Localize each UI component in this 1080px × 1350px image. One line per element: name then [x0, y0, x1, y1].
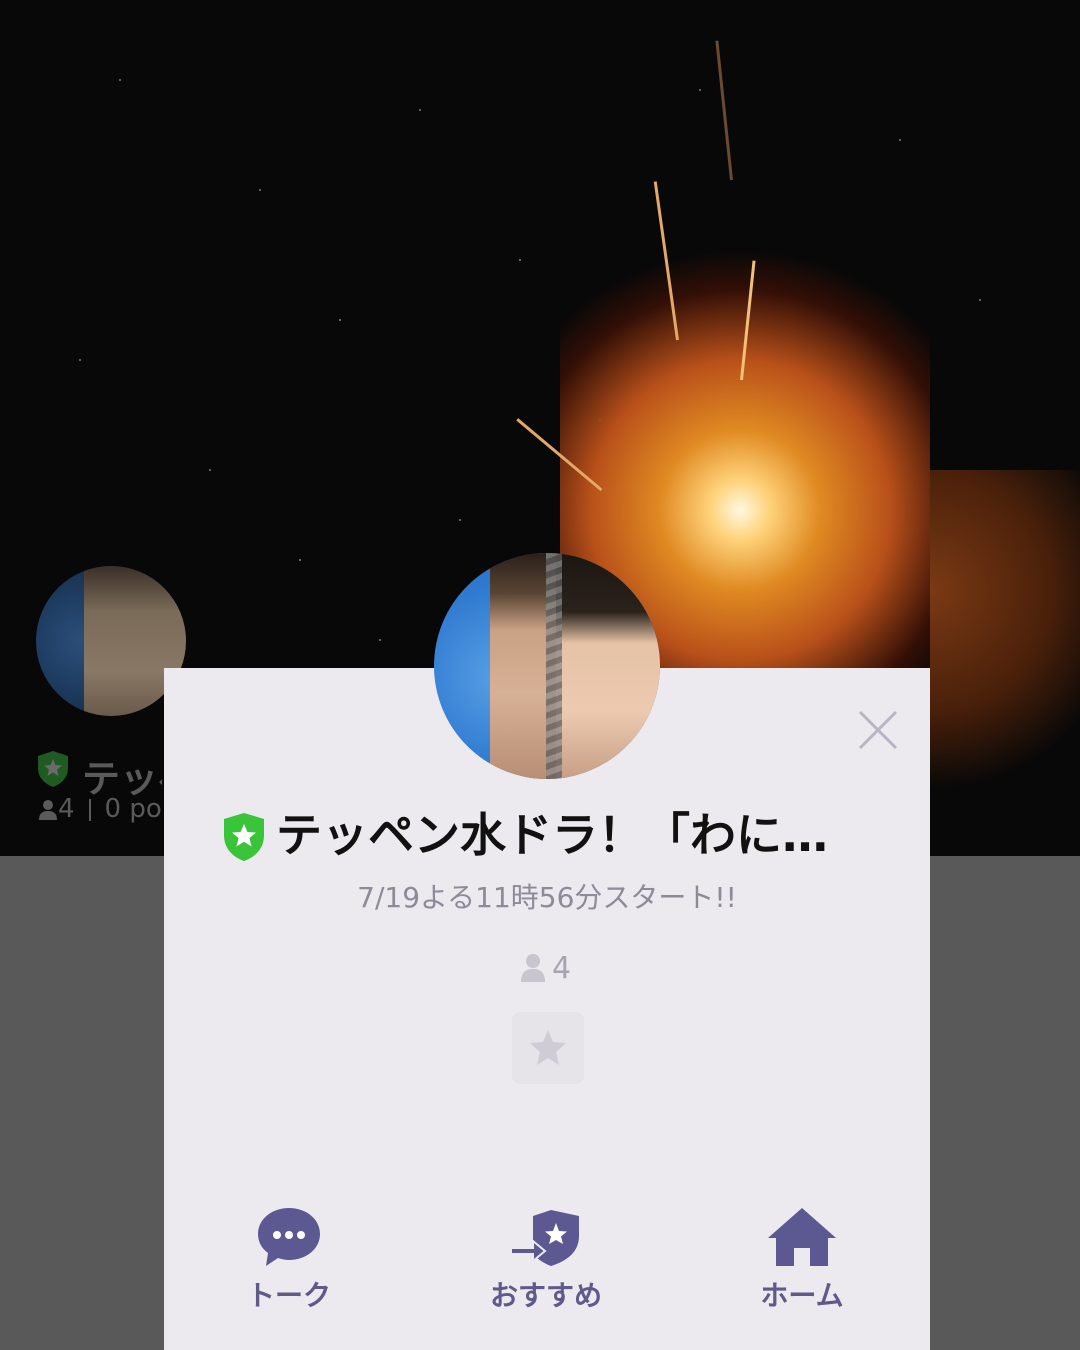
avatar-photo-right — [556, 553, 660, 779]
points-count: 0 po — [104, 794, 162, 824]
firework-burst-dim — [930, 470, 1080, 856]
home-label: ホーム — [760, 1279, 844, 1312]
talk-button[interactable]: トーク — [209, 1206, 369, 1314]
status-message: 7/19よる11時56分スタート!! — [357, 881, 737, 914]
official-shield-star-icon — [38, 751, 68, 787]
close-icon[interactable] — [856, 708, 900, 752]
avatar-crack — [546, 553, 562, 779]
profile-avatar[interactable] — [434, 553, 660, 779]
recommend-button[interactable]: おすすめ — [466, 1206, 626, 1314]
member-count: 4 — [552, 950, 572, 986]
previous-profile-stats: 4 0 po — [38, 794, 162, 824]
divider — [88, 798, 91, 821]
member-count-row: 4 — [520, 948, 571, 988]
official-shield-star-icon — [224, 813, 264, 861]
home-icon — [768, 1208, 836, 1266]
spark-streak — [715, 40, 733, 181]
home-button[interactable]: ホーム — [722, 1206, 882, 1314]
star-icon — [530, 1030, 566, 1065]
share-shield-star-icon — [510, 1210, 579, 1266]
member-count: 4 — [58, 794, 75, 824]
profile-name: テッペン水ドラ！「わに… — [276, 808, 828, 862]
person-icon — [39, 799, 57, 820]
talk-label: トーク — [246, 1279, 331, 1312]
favorite-button[interactable] — [512, 1012, 584, 1084]
recommend-label: おすすめ — [489, 1279, 602, 1312]
chat-bubble-icon — [258, 1208, 320, 1266]
person-icon — [521, 954, 545, 982]
